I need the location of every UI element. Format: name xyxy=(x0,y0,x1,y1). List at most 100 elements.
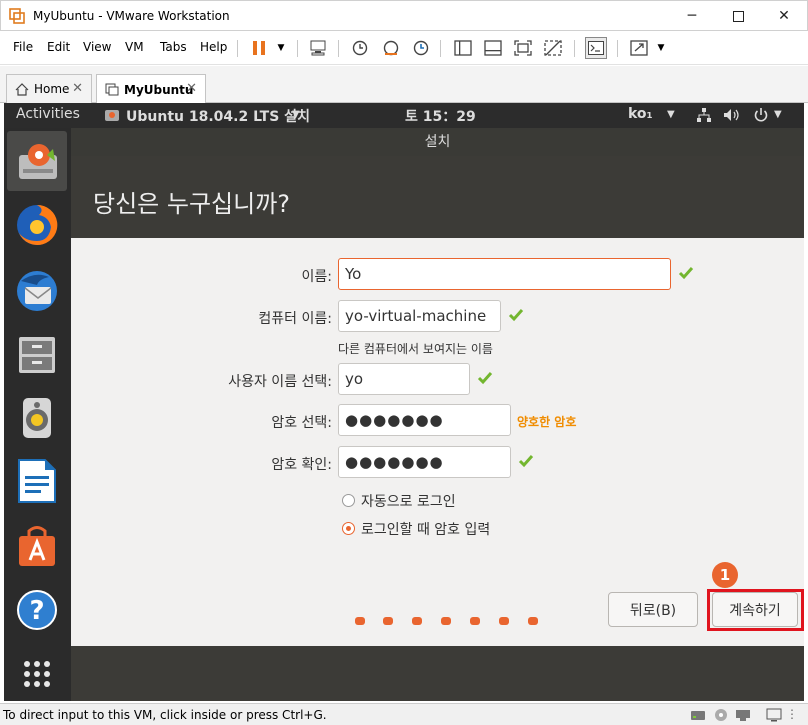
progress-dot xyxy=(355,617,365,625)
menu-file[interactable]: File xyxy=(13,40,33,54)
menu-vm[interactable]: VM xyxy=(125,40,144,54)
network-adapter-icon[interactable] xyxy=(735,708,751,722)
snapshot-button[interactable] xyxy=(349,37,371,59)
revert-snapshot-button[interactable] xyxy=(380,37,402,59)
menu-help[interactable]: Help xyxy=(200,40,227,54)
close-tab-icon[interactable]: ✕ xyxy=(186,81,197,96)
tab-myubuntu[interactable]: MyUbuntu ✕ xyxy=(96,74,206,104)
firefox-icon xyxy=(17,204,58,245)
status-bar: To direct input to this VM, click inside… xyxy=(0,703,808,725)
close-window-button[interactable]: ✕ xyxy=(761,1,807,31)
back-button[interactable]: 뒤로(B) xyxy=(608,592,698,627)
tab-bar: Home ✕ MyUbuntu ✕ xyxy=(0,66,808,104)
dock-rhythmbox[interactable] xyxy=(13,394,61,442)
chevron-down-icon: ▼ xyxy=(657,43,665,53)
display-icon[interactable] xyxy=(766,708,782,722)
toolbar-separator xyxy=(338,40,339,57)
dock-help[interactable]: ? xyxy=(13,586,61,634)
dock-installer[interactable] xyxy=(7,131,67,191)
app-menu[interactable]: Ubuntu 18.04.2 LTS 설치 xyxy=(126,106,310,126)
username-field[interactable]: yo xyxy=(338,363,470,395)
stretch-dropdown[interactable]: ▼ xyxy=(650,37,672,59)
username-label: 사용자 이름 선택: xyxy=(228,374,332,390)
speaker-icon xyxy=(23,398,51,438)
computer-name-label: 컴퓨터 이름: xyxy=(258,311,332,327)
toolbar-separator xyxy=(574,40,575,57)
auto-login-label[interactable]: 자동으로 로그인 xyxy=(361,491,456,511)
progress-dot xyxy=(528,617,538,625)
minimize-button[interactable]: ─ xyxy=(669,1,715,31)
unity-mode-button[interactable] xyxy=(542,37,564,59)
document-writer-icon xyxy=(18,459,56,503)
tab-home[interactable]: Home ✕ xyxy=(6,74,92,103)
check-icon xyxy=(477,372,493,385)
power-icon[interactable] xyxy=(753,107,769,123)
bottom-panel-icon xyxy=(484,40,502,56)
close-icon: ✕ xyxy=(778,8,790,24)
name-field[interactable]: Yo xyxy=(338,258,671,290)
power-dropdown[interactable]: ▼ xyxy=(270,37,292,59)
page-title: 당신은 누구십니까? xyxy=(93,190,291,218)
snapshot-manager-button[interactable] xyxy=(410,37,432,59)
dock-show-applications[interactable] xyxy=(13,650,61,698)
minimize-icon: ─ xyxy=(687,8,697,24)
more-devices-icon[interactable]: ⋮ xyxy=(786,707,798,721)
dock-software[interactable] xyxy=(13,522,61,570)
installer-window-title: 설치 xyxy=(71,128,804,156)
revert-icon xyxy=(383,40,399,56)
name-label: 이름: xyxy=(301,269,332,285)
show-library-button[interactable] xyxy=(452,37,474,59)
app-grid-icon xyxy=(24,661,50,687)
stretch-guest-button[interactable] xyxy=(628,37,650,59)
pause-icon xyxy=(253,41,265,55)
app-menu-chevron-icon: ▼ xyxy=(292,109,300,120)
menu-toolbar: File Edit View VM Tabs Help ▼ ▼ xyxy=(0,31,808,65)
console-view-button[interactable] xyxy=(585,37,607,59)
vmware-logo-icon xyxy=(9,8,25,24)
send-ctrl-alt-del-button[interactable] xyxy=(307,37,329,59)
unity-icon xyxy=(544,40,562,56)
progress-dot xyxy=(470,617,480,625)
suspend-button[interactable] xyxy=(248,37,270,59)
step-marker-badge: 1 xyxy=(712,562,738,588)
maximize-button[interactable] xyxy=(715,1,761,31)
auto-login-radio[interactable] xyxy=(342,494,355,507)
network-icon[interactable] xyxy=(696,107,712,123)
progress-dot xyxy=(412,617,422,625)
computer-name-field[interactable]: yo-virtual-machine xyxy=(338,300,501,332)
chevron-down-icon: ▼ xyxy=(277,43,285,53)
require-password-label[interactable]: 로그인할 때 암호 입력 xyxy=(361,519,490,539)
toolbar-separator xyxy=(297,40,298,57)
password-label: 암호 선택: xyxy=(271,415,332,431)
dock-firefox[interactable] xyxy=(13,201,61,249)
clock[interactable]: 토 15：29 xyxy=(405,106,476,126)
volume-icon[interactable] xyxy=(723,107,741,123)
hard-disk-icon[interactable] xyxy=(690,708,706,722)
progress-dot xyxy=(383,617,393,625)
menu-edit[interactable]: Edit xyxy=(47,40,70,54)
ubuntu-dock: ? xyxy=(4,128,71,701)
tab-label: Home xyxy=(34,82,70,96)
require-password-radio[interactable] xyxy=(342,522,355,535)
close-tab-icon[interactable]: ✕ xyxy=(72,81,83,96)
confirm-password-field[interactable]: ●●●●●●● xyxy=(338,446,511,478)
chevron-down-icon: ▼ xyxy=(774,109,782,120)
continue-button[interactable]: 계속하기 xyxy=(712,592,798,627)
full-screen-button[interactable] xyxy=(512,37,534,59)
confirm-password-label: 암호 확인: xyxy=(271,457,332,473)
installer-app-icon xyxy=(105,110,119,121)
password-field[interactable]: ●●●●●●● xyxy=(338,404,511,436)
dock-libreoffice-writer[interactable] xyxy=(13,457,61,505)
show-thumbnail-button[interactable] xyxy=(482,37,504,59)
dock-thunderbird[interactable] xyxy=(13,267,61,315)
fullscreen-icon xyxy=(514,40,532,56)
cd-drive-icon[interactable] xyxy=(713,708,729,722)
input-method-indicator[interactable]: ko₁ xyxy=(628,106,653,122)
menu-view[interactable]: View xyxy=(83,40,111,54)
vm-icon xyxy=(105,83,119,96)
vm-display[interactable]: Activities Ubuntu 18.04.2 LTS 설치 ▼ 토 15：… xyxy=(4,103,804,701)
thunderbird-icon xyxy=(17,271,57,311)
activities-button[interactable]: Activities xyxy=(16,106,80,122)
menu-tabs[interactable]: Tabs xyxy=(160,40,187,54)
dock-files[interactable] xyxy=(13,331,61,379)
